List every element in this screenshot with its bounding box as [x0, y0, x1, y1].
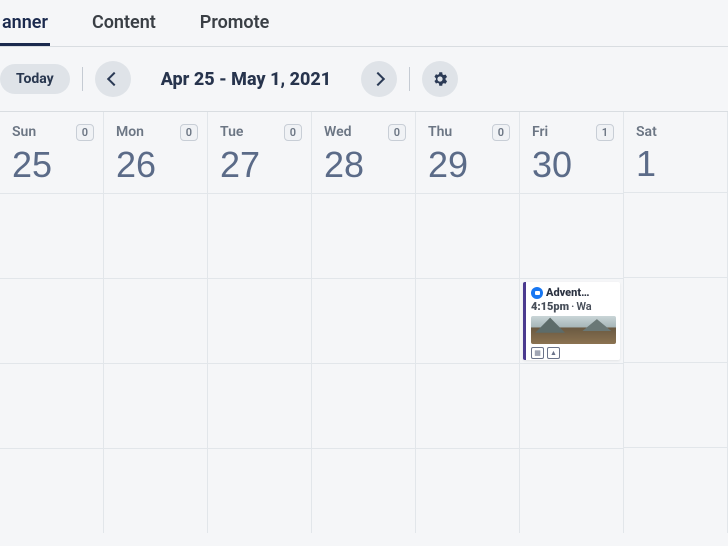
event-card[interactable]: Advent… 4:15pm·Wa ▦ ▲ [523, 282, 620, 360]
calendar-cell[interactable] [312, 448, 415, 533]
calendar-cell[interactable] [416, 363, 519, 448]
calendar-cell[interactable] [416, 278, 519, 363]
calendar-cell[interactable] [104, 363, 207, 448]
day-column-tue: Tue 0 27 [208, 112, 312, 533]
calendar-cell[interactable] [208, 278, 311, 363]
divider [82, 67, 83, 91]
calendar-cell[interactable] [208, 193, 311, 278]
calendar-cell[interactable]: Advent… 4:15pm·Wa ▦ ▲ [520, 278, 623, 363]
calendar-cell[interactable] [624, 362, 727, 447]
calendar-cell[interactable] [0, 278, 103, 363]
day-header: Wed 0 [312, 112, 415, 147]
separator: · [571, 300, 574, 313]
day-column-fri: Fri 1 30 Advent… 4:15pm·Wa ▦ ▲ [520, 112, 624, 533]
chevron-left-icon [107, 72, 121, 86]
day-header: Tue 0 [208, 112, 311, 147]
day-number: 1 [624, 146, 727, 192]
day-count-badge: 0 [284, 124, 302, 141]
calendar-cell[interactable] [312, 193, 415, 278]
calendar-cell[interactable] [0, 193, 103, 278]
day-header: Sat [624, 112, 727, 146]
image-icon: ▲ [547, 347, 560, 359]
day-count-badge: 0 [76, 124, 94, 141]
calendar-cell[interactable] [104, 193, 207, 278]
day-name: Tue [220, 124, 243, 140]
today-button[interactable]: Today [0, 64, 70, 94]
day-column-wed: Wed 0 28 [312, 112, 416, 533]
calendar-cell[interactable] [104, 448, 207, 533]
day-name: Sun [12, 124, 36, 140]
calendar-cell[interactable] [624, 447, 727, 532]
calendar-icon: ▦ [531, 347, 544, 359]
tab-content[interactable]: Content [90, 8, 158, 46]
day-column-sun: Sun 0 25 [0, 112, 104, 533]
day-count-badge: 0 [180, 124, 198, 141]
calendar-cell[interactable] [0, 363, 103, 448]
day-name: Wed [324, 124, 352, 140]
gear-icon [431, 70, 449, 88]
day-header: Thu 0 [416, 112, 519, 147]
calendar-cell[interactable] [416, 193, 519, 278]
tab-promote[interactable]: Promote [198, 8, 272, 46]
day-column-sat: Sat 1 [624, 112, 728, 533]
settings-button[interactable] [422, 61, 458, 97]
calendar-cell[interactable] [520, 448, 623, 533]
day-number: 26 [104, 147, 207, 193]
day-header: Fri 1 [520, 112, 623, 147]
toolbar: Today Apr 25 - May 1, 2021 [0, 47, 728, 111]
day-header: Mon 0 [104, 112, 207, 147]
day-count-badge: 0 [388, 124, 406, 141]
day-column-thu: Thu 0 29 [416, 112, 520, 533]
calendar-cell[interactable] [208, 363, 311, 448]
prev-week-button[interactable] [95, 61, 131, 97]
next-week-button[interactable] [361, 61, 397, 97]
tab-planner[interactable]: anner [0, 8, 50, 46]
day-count-badge: 1 [596, 124, 614, 141]
day-count-badge: 0 [492, 124, 510, 141]
calendar-cell[interactable] [312, 278, 415, 363]
calendar-cell[interactable] [416, 448, 519, 533]
date-range-label: Apr 25 - May 1, 2021 [143, 69, 349, 90]
day-name: Sat [636, 124, 657, 140]
calendar-cell[interactable] [208, 448, 311, 533]
calendar-cell[interactable] [520, 193, 623, 278]
day-number: 25 [0, 147, 103, 193]
calendar-cell[interactable] [0, 448, 103, 533]
day-header: Sun 0 [0, 112, 103, 147]
calendar-cell[interactable] [312, 363, 415, 448]
chevron-right-icon [371, 72, 385, 86]
calendar-cell[interactable] [520, 363, 623, 448]
day-number: 29 [416, 147, 519, 193]
day-column-mon: Mon 0 26 [104, 112, 208, 533]
calendar-cell[interactable] [624, 192, 727, 277]
calendar-cell[interactable] [104, 278, 207, 363]
event-time: 4:15pm [531, 300, 569, 313]
event-thumbnail [531, 316, 616, 344]
facebook-icon [531, 287, 543, 299]
event-text: Wa [576, 300, 591, 313]
calendar-grid: Sun 0 25 Mon 0 26 Tue 0 27 [0, 111, 728, 533]
day-name: Thu [428, 124, 452, 140]
day-name: Fri [532, 124, 548, 140]
day-number: 30 [520, 147, 623, 193]
calendar-cell[interactable] [624, 277, 727, 362]
day-number: 28 [312, 147, 415, 193]
divider [409, 67, 410, 91]
nav-tabs: anner Content Promote [0, 0, 728, 47]
event-title: Advent… [546, 286, 589, 299]
day-number: 27 [208, 147, 311, 193]
day-name: Mon [116, 124, 144, 140]
